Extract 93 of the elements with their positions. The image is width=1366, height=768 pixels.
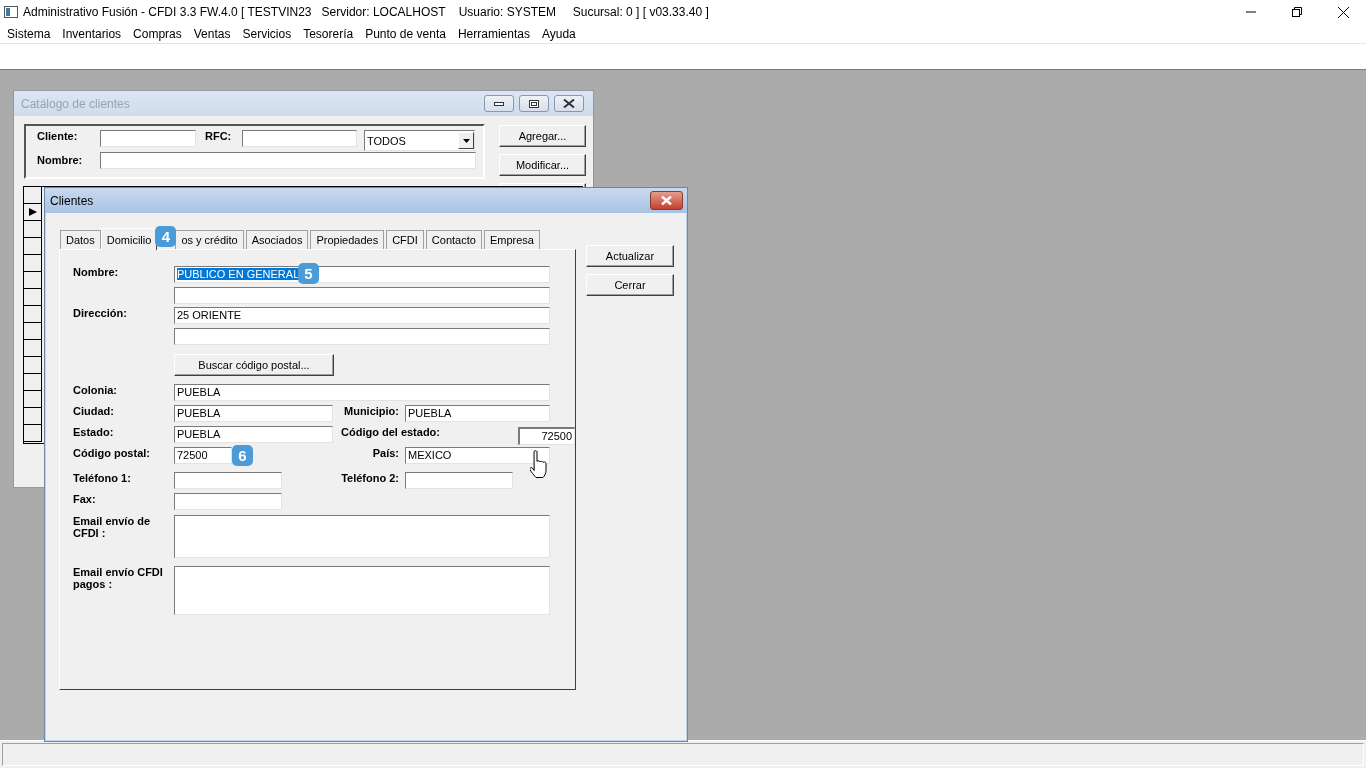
- input-field[interactable]: PUEBLA: [174, 405, 333, 422]
- step-badge: 4: [155, 226, 177, 247]
- hand-cursor-icon: [530, 450, 550, 479]
- field-label: País:: [371, 447, 400, 459]
- row-header[interactable]: [24, 425, 42, 442]
- row-header[interactable]: [24, 357, 42, 374]
- row-header[interactable]: [24, 374, 42, 391]
- menu-item[interactable]: Inventarios: [57, 26, 129, 41]
- field-label: Teléfono 2:: [340, 472, 400, 484]
- row-header[interactable]: [24, 221, 42, 238]
- row-header[interactable]: [24, 272, 42, 289]
- row-header[interactable]: [24, 289, 42, 306]
- menu-item[interactable]: Compras: [128, 26, 189, 41]
- minimize-button[interactable]: [484, 95, 514, 112]
- field-label: Teléfono 1:: [73, 472, 132, 484]
- search-postal-code-button[interactable]: Buscar código postal...: [174, 354, 334, 376]
- current-row-icon: [28, 208, 37, 216]
- field-label: Código del estado:: [341, 426, 441, 438]
- input-field[interactable]: [174, 328, 550, 345]
- field-label: RFC:: [205, 130, 232, 142]
- dialog-button[interactable]: Cerrar: [586, 274, 674, 296]
- close-icon: [1337, 6, 1349, 18]
- input-field[interactable]: [174, 287, 550, 304]
- close-icon: [563, 99, 575, 108]
- tab[interactable]: os y crédito: [175, 230, 244, 249]
- field-label: Fax:: [73, 493, 97, 505]
- window-title: Administrativo Fusión - CFDI 3.3 FW.4.0 [ TESTVIN23 Servidor: LOCALHOST Usuario: SYSTEM Sucursal: 0 ] [ v03.33.40 ]: [23, 5, 710, 19]
- window-button[interactable]: Modificar...: [499, 154, 586, 176]
- step-badge: 6: [232, 445, 253, 466]
- field-label: Email envío CFDI pagos :: [73, 566, 164, 590]
- close-icon: [661, 196, 672, 205]
- tab[interactable]: Datos: [60, 230, 101, 249]
- input-field[interactable]: [174, 493, 282, 510]
- input-field[interactable]: PUEBLA: [174, 384, 550, 401]
- row-header[interactable]: [24, 238, 42, 255]
- input-field[interactable]: PUEBLA: [405, 405, 550, 422]
- close-button[interactable]: [554, 95, 584, 112]
- input-field[interactable]: 72500: [518, 427, 575, 445]
- input-field[interactable]: MEXICO: [405, 447, 550, 464]
- row-header[interactable]: [24, 391, 42, 408]
- field-label: Código postal:: [73, 447, 151, 459]
- field-label: Email envío de CFDI :: [73, 515, 152, 539]
- minimize-icon: [494, 101, 504, 106]
- menu-item[interactable]: Herramientas: [452, 26, 537, 41]
- tab[interactable]: Contacto: [425, 230, 482, 249]
- row-header[interactable]: [24, 187, 42, 204]
- input-field[interactable]: 72500: [174, 447, 232, 464]
- tab[interactable]: Empresa: [483, 230, 540, 249]
- input-field[interactable]: [242, 130, 357, 147]
- row-header[interactable]: [24, 340, 42, 357]
- tab[interactable]: CFDI: [386, 230, 424, 249]
- step-badge: 5: [298, 263, 319, 284]
- menu-item[interactable]: Sistema: [2, 26, 58, 41]
- row-header[interactable]: [24, 306, 42, 323]
- menu-item[interactable]: Tesorería: [298, 26, 361, 41]
- field-label: Nombre:: [73, 266, 120, 278]
- text-area[interactable]: [174, 566, 550, 615]
- input-field[interactable]: [174, 472, 282, 489]
- dialog-title: Clientes: [50, 193, 94, 208]
- text-area[interactable]: [174, 515, 550, 558]
- tab[interactable]: Domicilio: [100, 228, 158, 250]
- tab[interactable]: Asociados: [245, 230, 309, 249]
- maximize-icon: [529, 99, 539, 108]
- app-window-icon: [4, 6, 18, 18]
- menu-item[interactable]: Ventas: [188, 26, 238, 41]
- input-field[interactable]: PUEBLA: [174, 426, 333, 443]
- dialog-button[interactable]: Actualizar: [586, 245, 674, 267]
- field-label: Ciudad:: [73, 405, 115, 417]
- field-label: Dirección:: [73, 307, 128, 319]
- maximize-button[interactable]: [519, 95, 549, 112]
- row-header[interactable]: [24, 204, 42, 221]
- window-button[interactable]: Agregar...: [499, 125, 586, 147]
- input-field[interactable]: [100, 152, 476, 169]
- window-title: Catálogo de clientes: [21, 96, 131, 111]
- field-label: Estado:: [73, 426, 115, 438]
- tab[interactable]: Propiedades: [310, 230, 385, 249]
- field-label: Nombre:: [37, 154, 83, 166]
- input-field[interactable]: [100, 130, 196, 147]
- row-header[interactable]: [24, 323, 42, 340]
- menu-item[interactable]: Servicios: [237, 26, 299, 41]
- row-header[interactable]: [24, 255, 42, 272]
- menu-item[interactable]: Ayuda: [536, 26, 583, 41]
- field-label: Municipio:: [343, 405, 400, 417]
- input-field[interactable]: [405, 472, 513, 489]
- dropdown[interactable]: TODOS: [364, 130, 475, 151]
- restore-icon: [1292, 7, 1302, 17]
- menu-item[interactable]: Punto de venta: [360, 26, 453, 41]
- field-label: Cliente:: [37, 130, 78, 142]
- field-label: Colonia:: [73, 384, 118, 396]
- caret-icon: [462, 138, 470, 143]
- input-field[interactable]: 25 ORIENTE: [174, 307, 550, 324]
- row-header[interactable]: [24, 408, 42, 425]
- close-button[interactable]: [650, 191, 683, 210]
